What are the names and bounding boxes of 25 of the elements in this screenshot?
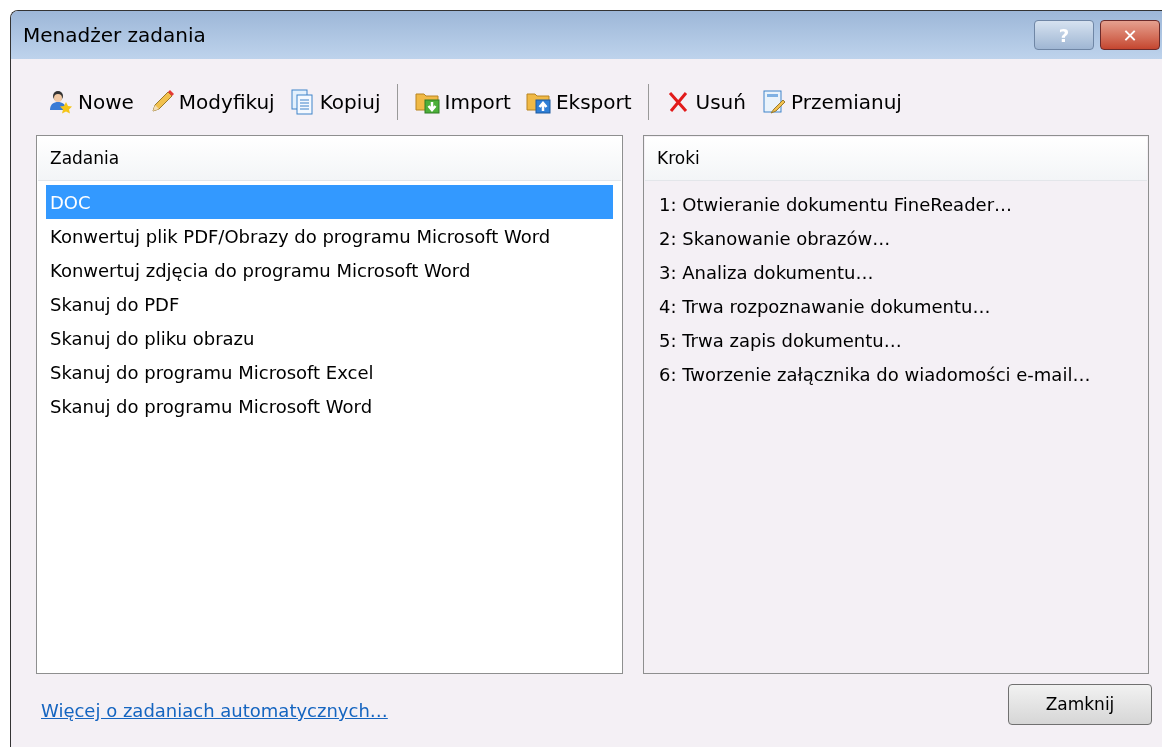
column-header: Kroki [645, 137, 1147, 181]
help-link[interactable]: Więcej o zadaniach automatycznych… [41, 697, 388, 724]
step-item: 5: Trwa zapis dokumentu… [659, 328, 903, 353]
toolbar-button[interactable]: Eksport [518, 82, 638, 122]
close-dialog-button[interactable]: Zamknij [1008, 684, 1152, 725]
task-item[interactable]: Skanuj do programu Microsoft Word [46, 389, 613, 423]
step-item: 6: Tworzenie załącznika do wiadomości e-mail… [659, 362, 1092, 387]
task-item[interactable]: Skanuj do pliku obrazu [46, 321, 613, 355]
task-item[interactable]: Skanuj do PDF [46, 287, 613, 321]
toolbar-button[interactable]: Kopiuj [282, 82, 387, 122]
task-item[interactable]: Konwertuj plik PDF/Obrazy do programu Microsoft Word [46, 219, 613, 253]
rename-icon [760, 88, 788, 116]
step-item: 2: Skanowanie obrazów… [659, 226, 892, 251]
task-item[interactable]: Konwertuj zdjęcia do programu Microsoft Word [46, 253, 613, 287]
window-title: Menadżer zadania [23, 22, 206, 49]
toolbar-button[interactable]: Modyfikuj [141, 82, 281, 122]
task-item[interactable]: Skanuj do programu Microsoft Excel [46, 355, 613, 389]
step-item: 4: Trwa rozpoznawanie dokumentu… [659, 294, 992, 319]
toolbar-button[interactable]: Usuń [658, 82, 752, 122]
user-star-icon [47, 88, 75, 116]
step-item: 1: Otwieranie dokumentu FineReader… [659, 192, 1014, 217]
toolbar-button[interactable]: Nowe [41, 82, 140, 122]
toolbar-button[interactable]: Import [407, 82, 517, 122]
toolbar-button[interactable]: Przemianuj [754, 82, 908, 122]
step-item: 3: Analiza dokumentu… [659, 260, 875, 285]
